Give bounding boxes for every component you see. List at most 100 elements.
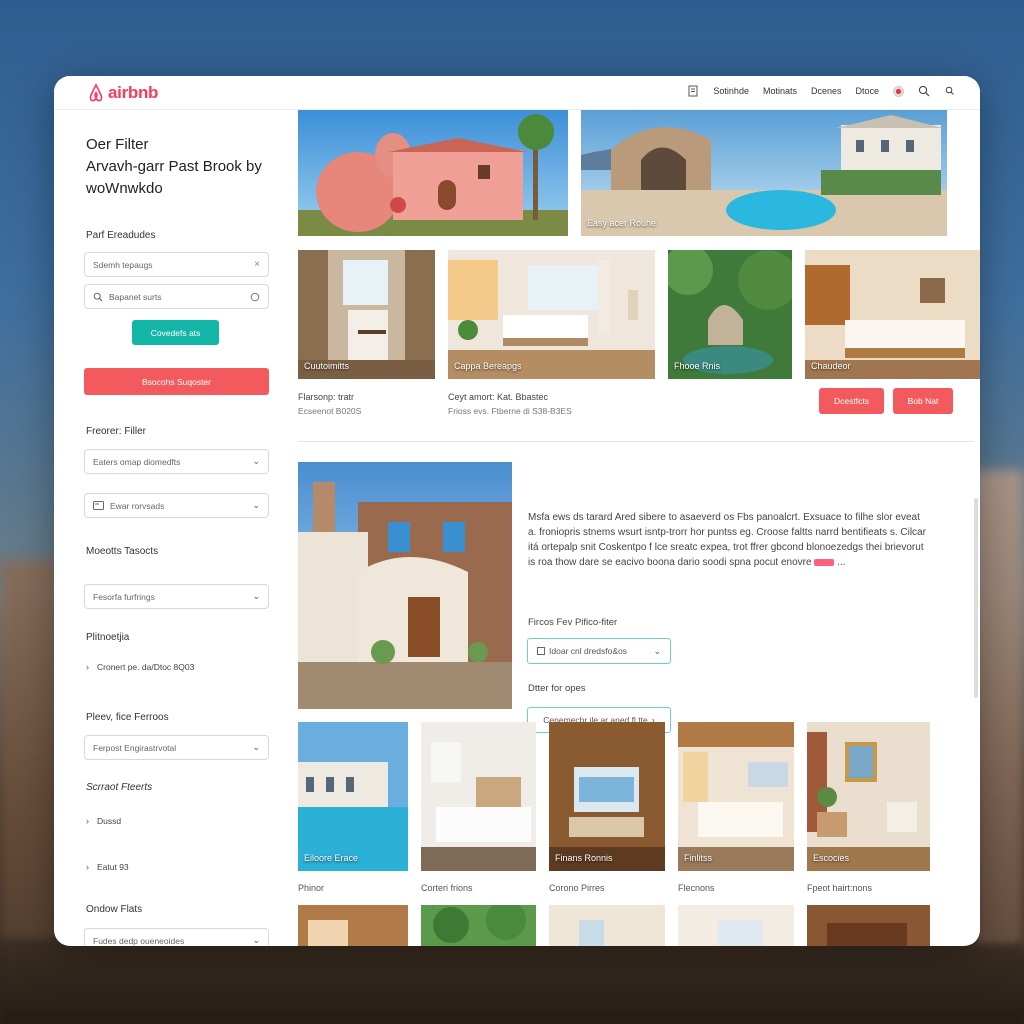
- filter-label: Fircos Fev Pifico-fiter: [528, 617, 618, 628]
- grid-photo-1[interactable]: Eiloore Erace: [298, 722, 408, 871]
- nav-item-1[interactable]: Sotinhde: [713, 86, 749, 96]
- meta-mid-title: Ceyt amort: Kat. Bbastec: [448, 392, 549, 402]
- sidebar-title-line1: Oer Filter: [86, 136, 149, 153]
- grid-label-4: Flecnons: [678, 883, 715, 893]
- grid-photo-10[interactable]: [807, 905, 930, 946]
- nav-item-2[interactable]: Motinats: [763, 86, 797, 96]
- grid-caption-5: Escocies: [813, 853, 850, 863]
- filter-select-2[interactable]: Ewar rorvsads ⌄: [84, 493, 269, 518]
- section-label-2: Freorer: Filler: [86, 426, 147, 437]
- search-small-icon[interactable]: [944, 85, 956, 97]
- section-label-6: Scrraot Fteerts: [86, 782, 153, 793]
- sidebar-item-1[interactable]: › Cronert pe. da/Dtoc 8Q03: [86, 662, 194, 672]
- scrollbar[interactable]: [974, 498, 978, 698]
- pool-villa-image: [298, 722, 408, 871]
- listing-photo-3[interactable]: Fhooe Rnis: [668, 250, 792, 379]
- book-now-button[interactable]: Bob Nat: [893, 388, 953, 414]
- listing-meta-mid: Ceyt amort: Kat. Bbastec Frioss evs. Ftb…: [448, 390, 572, 418]
- listing-photo-4[interactable]: Chaudeor: [805, 250, 980, 379]
- location-input-text: Bapanet surts: [109, 291, 162, 302]
- grid-label-5: Fpeot hairt:nons: [807, 883, 873, 893]
- tag-badge[interactable]: [814, 558, 835, 566]
- grid-photo-3[interactable]: Finans Ronnis: [549, 722, 665, 871]
- chevron-down-icon: ⌄: [252, 456, 260, 466]
- chevron-down-icon: ⌄: [252, 591, 260, 601]
- search-icon: [93, 292, 103, 302]
- clear-icon[interactable]: ×: [254, 259, 260, 270]
- bright-bedroom-image: [448, 250, 655, 379]
- filter-select-1-text: Eaters omap diomedfts: [93, 456, 181, 467]
- meta-mid-sub: Frioss evs. Ftberne di S38-B3ES: [448, 406, 572, 416]
- chevron-down-icon: ⌄: [252, 935, 260, 945]
- listing-photo-2[interactable]: Cappa Bereapgs: [448, 250, 655, 379]
- partial-bedroom-image: [678, 905, 794, 946]
- flag-icon[interactable]: [893, 85, 904, 97]
- section-label-1: Parf Ereadudes: [86, 230, 156, 241]
- grid-photo-4[interactable]: Finlitss: [678, 722, 794, 871]
- top-bar: airbnb Sotinhde Motinats Dcenes Dtoce: [54, 76, 980, 110]
- filter-select-3[interactable]: Fesorfa furfrings ⌄: [84, 584, 269, 609]
- grid-caption-4: Finlitss: [684, 853, 713, 863]
- filter-select-5[interactable]: Fudes dedp oueneoides ⌄: [84, 928, 269, 946]
- filter-select-1[interactable]: Eaters omap diomedfts ⌄: [84, 449, 269, 474]
- search-input[interactable]: Sdemh tepaugs ×: [84, 252, 269, 277]
- ellipsis: ...: [837, 557, 846, 568]
- brand-logo[interactable]: airbnb: [88, 83, 158, 103]
- grid-photo-8[interactable]: [549, 905, 665, 946]
- wood-bedroom-image: [805, 250, 980, 379]
- listing-meta-left: Flarsonp: tratr Ecseenot B020S: [298, 390, 361, 418]
- listing-photo-pink-villa[interactable]: [298, 110, 568, 236]
- book-search-button[interactable]: Bsocohs Suqoster: [84, 368, 269, 395]
- card-icon: [93, 501, 104, 510]
- listing-photo-stone-pool[interactable]: Easy acer Rouhe: [581, 110, 947, 236]
- document-icon[interactable]: [687, 85, 699, 97]
- sidebar-item-3[interactable]: › Eatut 93: [86, 862, 129, 872]
- chevron-right-icon: ›: [86, 862, 89, 872]
- filter-select-4[interactable]: Ferpost Engirastrvotal ⌄: [84, 735, 269, 760]
- grid-photo-7[interactable]: [421, 905, 536, 946]
- sidebar-title-line2: Arvavh-garr Past Brook by: [86, 158, 262, 175]
- background-house-right: [974, 470, 1024, 950]
- section-label-5: Pleev, fice Ferroos: [86, 712, 169, 723]
- filter-select[interactable]: Idoar cnl dredsfo&os ⌄: [527, 638, 671, 664]
- grid-caption-1: Eiloore Erace: [304, 853, 359, 863]
- photo-caption-1: Cuutoimitts: [304, 361, 350, 371]
- search-icon[interactable]: [918, 85, 930, 97]
- sidebar-item-2-label: Dussd: [97, 816, 122, 826]
- filter-sidebar: Oer Filter Arvavh-garr Past Brook by woW…: [84, 110, 274, 946]
- white-bedroom-image: [421, 722, 536, 871]
- hero-caption: Easy acer Rouhe: [587, 218, 657, 228]
- apply-button[interactable]: Covedefs ats: [132, 320, 219, 345]
- nav-item-3[interactable]: Dcenes: [811, 86, 842, 96]
- photo-caption-2: Cappa Bereapgs: [454, 361, 522, 371]
- chevron-down-icon: ⌄: [252, 742, 260, 752]
- chevron-right-icon: ›: [86, 662, 89, 672]
- filter-select-text: Idoar cnl dredsfo&os: [549, 646, 627, 656]
- chevron-down-icon: ⌄: [252, 500, 260, 510]
- grid-photo-6[interactable]: [298, 905, 408, 946]
- wood-paneled-room-image: [549, 722, 665, 871]
- sidebar-item-2[interactable]: › Dussd: [86, 816, 121, 826]
- chevron-down-icon: ⌄: [653, 645, 661, 656]
- section-label-7: Ondow Flats: [86, 904, 143, 915]
- featured-description: Msfa ews ds tarard Ared sibere to asaeve…: [528, 510, 928, 570]
- location-input[interactable]: Bapanet surts: [84, 284, 269, 309]
- section-label-4: Plitnoetjia: [86, 632, 130, 643]
- background-house-left: [0, 560, 60, 940]
- filter-select-5-text: Fudes dedp oueneoides: [93, 935, 185, 946]
- top-nav: Sotinhde Motinats Dcenes Dtoce: [687, 85, 956, 97]
- listing-photo-1[interactable]: Cuutoimitts: [298, 250, 435, 379]
- sidebar-title-line3: woWnwkdo: [86, 180, 163, 197]
- details-button[interactable]: Dcestfcts: [819, 388, 884, 414]
- nav-item-4[interactable]: Dtoce: [855, 86, 879, 96]
- photo-caption-3: Fhooe Rnis: [674, 361, 721, 371]
- sidebar-item-3-label: Eatut 93: [97, 862, 129, 872]
- grid-photo-5[interactable]: Escocies: [807, 722, 930, 871]
- grid-photo-2[interactable]: [421, 722, 536, 871]
- grid-photo-9[interactable]: [678, 905, 794, 946]
- background-ground: [0, 944, 1024, 1024]
- airbnb-logo-icon: [89, 83, 103, 102]
- filter-select-4-text: Ferpost Engirastrvotal: [93, 742, 177, 753]
- featured-listing-photo[interactable]: [298, 462, 512, 709]
- radio-circle-icon[interactable]: [250, 292, 260, 302]
